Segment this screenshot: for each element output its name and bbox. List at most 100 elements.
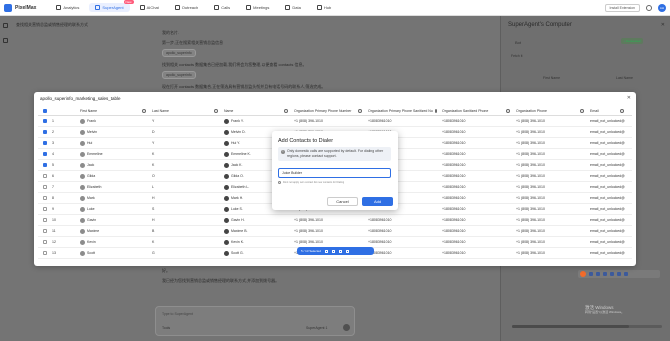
tray-icon[interactable] [610,272,614,276]
close-icon[interactable]: ✕ [661,22,665,28]
select-all-cell[interactable] [38,108,50,113]
tray-icon[interactable] [617,272,621,276]
user-avatar[interactable]: AH [658,3,666,12]
avatar [224,195,229,201]
add-button[interactable]: Add [362,197,393,206]
column-header[interactable]: Organization Sanitized Phone [440,108,514,113]
cell-text: K [152,240,155,244]
playback-progress-bar[interactable] [512,325,662,328]
nav-item-superagent[interactable]: SuperAgent New [89,0,134,12]
dataset-chip[interactable]: apollo_superinfo [162,49,196,57]
row-checkbox[interactable] [43,141,47,145]
row-checkbox[interactable] [43,229,47,233]
info-banner: i Only domestic calls are supported by d… [278,147,391,161]
tools-button[interactable]: Tools [162,326,170,330]
cell-text: +18083961010 [442,207,466,211]
avatar [80,151,85,157]
delete-icon[interactable] [325,249,329,253]
tray-icon[interactable] [589,272,593,276]
message-composer[interactable]: Type to SuperAgent Tools SuperAgent 1 [155,306,355,336]
column-header-label: Name [224,108,234,113]
column-search-icon[interactable] [358,108,362,113]
column-search-icon[interactable] [620,108,624,113]
cell-text: G [152,251,155,255]
row-checkbox[interactable] [43,251,47,255]
contact-list-input[interactable]: Juice Builder [278,168,391,178]
row-select-cell [38,174,50,178]
close-icon[interactable]: ✕ [627,95,631,101]
tray-icon[interactable] [596,272,600,276]
nav-item-outreach[interactable]: Outreach [169,3,204,12]
row-checkbox[interactable] [43,163,47,167]
select-all-checkbox[interactable] [43,108,47,113]
row-checkbox[interactable] [43,196,47,200]
cell-text: +18083961010 [442,130,466,134]
nav-item-hub[interactable]: Hub [311,3,337,12]
cell-p3: +18083961010 [440,163,514,167]
row-checkbox[interactable] [43,185,47,189]
cell-text: +1 (808) 396-1010 [516,185,545,189]
column-header[interactable]: Organization Primary Phone Sanitized Nu [366,108,440,113]
cell-email: email_not_unlocked@ [588,119,628,123]
row-checkbox[interactable] [43,174,47,178]
tray-icon[interactable] [603,272,607,276]
column-header[interactable]: Name [222,108,292,113]
column-search-icon[interactable] [214,108,218,113]
column-header[interactable]: Organization Phone [514,108,588,113]
model-selector[interactable]: SuperAgent 1 [306,326,327,330]
column-search-icon[interactable] [506,108,510,113]
cancel-button[interactable]: Cancel [327,197,358,206]
chat-message: 第一步,正在搜索相关营销总监信息 [162,40,224,45]
row-checkbox[interactable] [43,240,47,244]
row-checkbox[interactable] [43,119,47,123]
help-icon[interactable] [646,4,652,11]
cell-p4: +1 (808) 396-1010 [514,163,588,167]
nav-item-meetings[interactable]: Meetings [240,3,275,12]
info-text: Only domestic calls are supported by def… [287,149,384,158]
column-header[interactable]: Last Name [150,108,222,113]
cell-name: Kevin K. [222,239,292,245]
app-logo[interactable]: PixelMax [4,3,36,12]
nav-item-analytics[interactable]: Analytics [50,3,85,12]
row-checkbox[interactable] [43,207,47,211]
column-search-icon[interactable] [284,108,288,113]
install-extension-button[interactable]: Install Extension [604,3,640,12]
new-chat-icon[interactable] [3,38,8,43]
table-row[interactable]: 11 Maxime B Maxime B. +1 (808) 396-1010 +1808… [38,226,632,237]
cell-p4: +1 (808) 396-1010 [514,152,588,156]
nav-label: Calls [221,5,231,10]
cell-text: email_not_unlocked@ [590,207,625,211]
avatar [224,173,229,179]
row-checkbox[interactable] [43,218,47,222]
nav-item-calls[interactable]: Calls [208,3,236,12]
cell-text: Gavin H. [231,218,245,222]
cell-text: email_not_unlocked@ [590,196,625,200]
row-checkbox[interactable] [43,152,47,156]
column-search-icon[interactable] [434,108,437,113]
nav-item-data[interactable]: Data [279,3,306,12]
column-header[interactable]: First Name [78,108,150,113]
export-icon[interactable] [332,249,336,253]
tray-icon[interactable] [624,272,628,276]
app-tray-icon[interactable] [580,271,586,277]
cell-p2: +18083961010 [366,240,440,244]
avatar [80,195,85,201]
column-search-icon[interactable] [142,108,146,113]
cell-p4: +1 (808) 396-1010 [514,229,588,233]
sidebar-toggle-icon[interactable] [3,23,8,28]
column-header-label: Organization Primary Phone Sanitized Nu [368,108,433,113]
send-button[interactable] [343,324,350,331]
nav-item-aichat[interactable]: AIChat [134,3,165,12]
table-row[interactable]: 10 Gavin H Gavin H. +1 (808) 396-1010 +180839… [38,215,632,226]
table-row[interactable]: 1 Frank Y Frank Y. +1 (808) 396-1010 +1808396… [38,116,632,127]
avatar [80,206,85,212]
more-icon[interactable] [346,249,350,253]
column-header[interactable]: Email [588,108,628,113]
hint-radio-icon[interactable] [278,181,281,184]
row-checkbox[interactable] [43,130,47,134]
cell-text: email_not_unlocked@ [590,251,625,255]
dataset-chip[interactable]: apollo_superinfo [162,71,196,79]
column-header[interactable]: Organization Primary Phone Number [292,108,366,113]
column-search-icon[interactable] [580,108,584,113]
phone-icon[interactable] [339,249,343,253]
